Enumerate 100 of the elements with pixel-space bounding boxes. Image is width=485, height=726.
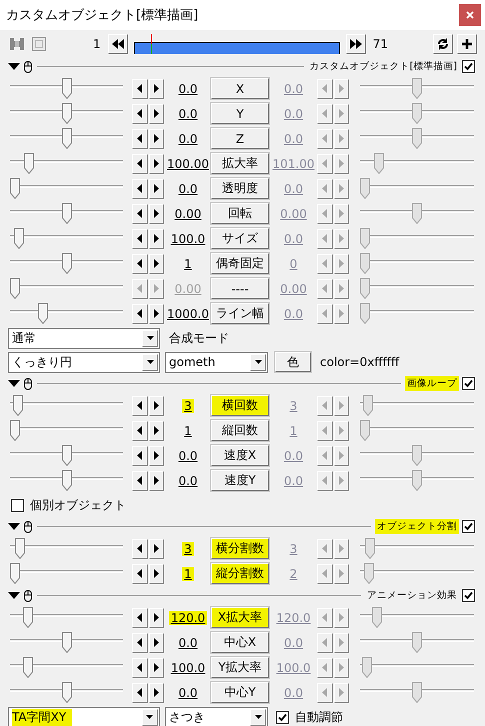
slider-thumb[interactable] xyxy=(62,632,72,652)
slider-thumb[interactable] xyxy=(10,178,20,198)
increment-button[interactable] xyxy=(148,204,164,224)
parameter-button[interactable]: 透明度 xyxy=(211,178,269,199)
value-link[interactable]: 0.0 xyxy=(176,636,200,650)
slider-thumb[interactable] xyxy=(360,252,370,274)
slider-thumb[interactable] xyxy=(412,682,422,702)
value-link[interactable]: 100.00 xyxy=(165,156,211,170)
checkbox[interactable] xyxy=(462,377,475,390)
slider-thumb[interactable] xyxy=(62,682,72,702)
value-link[interactable]: 1000.0 xyxy=(165,306,211,320)
increment-button[interactable] xyxy=(148,470,164,490)
rewind-button[interactable] xyxy=(108,34,128,54)
decrement-button[interactable] xyxy=(132,178,148,198)
slider[interactable] xyxy=(360,394,474,416)
slider[interactable] xyxy=(10,606,123,628)
increment-button[interactable] xyxy=(148,420,164,440)
collapse-triangle-icon[interactable] xyxy=(8,63,20,70)
slider-thumb[interactable] xyxy=(412,470,422,490)
decrement-button[interactable] xyxy=(132,446,148,466)
parameter-button[interactable]: X xyxy=(211,78,269,99)
close-button[interactable] xyxy=(459,4,481,26)
value-link[interactable]: 3 xyxy=(182,542,194,556)
slider-thumb[interactable] xyxy=(360,178,370,198)
checkbox[interactable] xyxy=(276,710,289,724)
increment-button[interactable] xyxy=(148,254,164,274)
fast-forward-button[interactable] xyxy=(346,34,366,54)
slider[interactable] xyxy=(10,444,123,466)
dotted-square-icon[interactable] xyxy=(30,35,48,53)
slider[interactable] xyxy=(10,470,123,492)
value-link[interactable]: 0.00 xyxy=(172,206,204,220)
checkbox[interactable] xyxy=(11,498,24,512)
decrement-button[interactable] xyxy=(132,104,148,124)
value-link[interactable]: 0.0 xyxy=(176,82,200,96)
parameter-button[interactable]: Y拡大率 xyxy=(211,657,269,678)
slider-thumb[interactable] xyxy=(412,632,422,652)
slider[interactable] xyxy=(360,562,474,584)
parameter-button[interactable]: 速度X xyxy=(211,445,269,466)
slider-thumb[interactable] xyxy=(412,128,422,148)
slider[interactable] xyxy=(10,102,123,124)
slider[interactable] xyxy=(360,178,474,200)
add-button[interactable] xyxy=(457,34,478,54)
increment-button[interactable] xyxy=(148,446,164,466)
collapse-triangle-icon[interactable] xyxy=(8,523,20,530)
slider[interactable] xyxy=(10,228,123,250)
parameter-button[interactable]: 縦回数 xyxy=(211,420,269,441)
checkbox-label[interactable]: 個別オブジェクト xyxy=(30,496,126,514)
slider[interactable] xyxy=(360,656,474,678)
color-button[interactable]: 色 xyxy=(275,352,311,372)
slider[interactable] xyxy=(360,682,474,704)
mouse-icon[interactable] xyxy=(24,60,32,72)
increment-button[interactable] xyxy=(148,608,164,628)
slider[interactable] xyxy=(10,178,123,200)
slider[interactable] xyxy=(10,252,123,274)
slider[interactable] xyxy=(10,682,123,704)
parameter-button[interactable]: 回転 xyxy=(211,203,269,224)
slider[interactable] xyxy=(360,444,474,466)
collapse-triangle-icon[interactable] xyxy=(8,592,20,599)
decrement-button[interactable] xyxy=(132,608,148,628)
slider-thumb[interactable] xyxy=(24,152,34,174)
slider-thumb[interactable] xyxy=(13,394,24,416)
increment-button[interactable] xyxy=(148,632,164,652)
value-link[interactable]: 0.0 xyxy=(176,686,200,700)
decrement-button[interactable] xyxy=(132,658,148,678)
slider-thumb[interactable] xyxy=(62,444,72,466)
slider[interactable] xyxy=(360,102,474,124)
slider-thumb[interactable] xyxy=(412,78,422,98)
decrement-button[interactable] xyxy=(132,538,148,558)
slider-thumb[interactable] xyxy=(62,128,72,148)
slider[interactable] xyxy=(10,538,123,560)
checkbox[interactable] xyxy=(462,60,475,73)
slider[interactable] xyxy=(10,420,123,442)
slider-thumb[interactable] xyxy=(62,252,72,274)
decrement-button[interactable] xyxy=(132,632,148,652)
checkbox[interactable] xyxy=(462,520,475,533)
slider[interactable] xyxy=(360,228,474,250)
slider[interactable] xyxy=(360,606,474,628)
value-link[interactable]: 1 xyxy=(182,256,194,270)
slider[interactable] xyxy=(360,538,474,560)
slider-thumb[interactable] xyxy=(15,538,26,558)
parameter-button[interactable]: X拡大率 xyxy=(211,607,269,628)
slider[interactable] xyxy=(10,152,123,174)
slider-thumb[interactable] xyxy=(374,152,384,174)
increment-button[interactable] xyxy=(148,104,164,124)
slider-thumb[interactable] xyxy=(364,562,374,584)
mouse-icon[interactable] xyxy=(24,590,32,602)
value-link[interactable]: 120.0 xyxy=(168,610,208,624)
decrement-button[interactable] xyxy=(132,396,148,416)
increment-button[interactable] xyxy=(148,682,164,702)
value-link[interactable]: 0.0 xyxy=(176,448,200,462)
slider[interactable] xyxy=(360,128,474,150)
parameter-button[interactable]: ライン幅 xyxy=(211,303,269,324)
slider[interactable] xyxy=(10,202,123,224)
slider-thumb[interactable] xyxy=(372,606,382,628)
decrement-button[interactable] xyxy=(132,564,148,584)
increment-button[interactable] xyxy=(148,154,164,174)
decrement-button[interactable] xyxy=(132,154,148,174)
value-link[interactable]: 3 xyxy=(182,398,194,412)
collapse-triangle-icon[interactable] xyxy=(8,380,20,387)
decrement-button[interactable] xyxy=(132,254,148,274)
